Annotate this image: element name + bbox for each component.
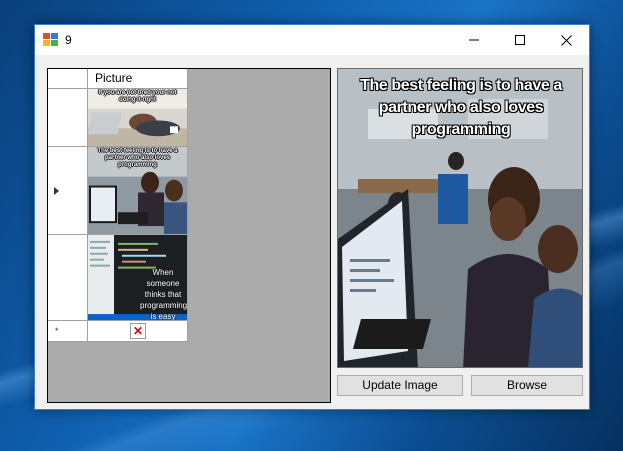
close-icon xyxy=(560,34,572,46)
preview-picture-box: The best feeling is to have a partner wh… xyxy=(337,68,583,368)
minimize-icon xyxy=(469,39,479,41)
picture-cell-2[interactable]: The best feeling is to have a partner wh… xyxy=(88,147,188,235)
column-header-picture[interactable]: Picture xyxy=(88,69,188,89)
window-title: 9 xyxy=(65,33,72,47)
update-image-button[interactable]: Update Image xyxy=(337,375,463,396)
current-row-pointer-icon xyxy=(54,187,59,195)
row-header-3[interactable] xyxy=(48,235,88,321)
maximize-icon xyxy=(515,35,525,45)
new-row-header[interactable]: * xyxy=(48,321,88,342)
picture-cell-3[interactable]: When someone thinks that programming is … xyxy=(88,235,188,321)
app-icon xyxy=(43,33,59,47)
maximize-button[interactable] xyxy=(497,25,543,55)
thumbnail-caption-2: The best feeling is to have a partner wh… xyxy=(97,148,178,168)
column-header-label: Picture xyxy=(95,71,133,85)
minimize-button[interactable] xyxy=(451,25,497,55)
close-button[interactable] xyxy=(543,25,589,55)
title-bar[interactable]: 9 xyxy=(35,25,589,55)
thumbnail-caption-3: When someone thinks that programming is … xyxy=(140,268,188,321)
picture-cell-1[interactable]: If you are not tired your not doing it r… xyxy=(88,89,188,147)
browse-button[interactable]: Browse xyxy=(471,375,583,396)
preview-caption: The best feeling is to have a partner wh… xyxy=(360,77,562,138)
broken-image-icon: ✕ xyxy=(130,323,146,339)
thumbnail-caption-1: If you are not tired your not doing it r… xyxy=(98,90,177,103)
row-header-1[interactable] xyxy=(48,89,88,147)
picture-data-grid[interactable]: Picture If you are not tired your not do… xyxy=(47,68,331,403)
app-window: 9 Picture If you are not tired your not … xyxy=(34,24,590,410)
new-row-star-icon: * xyxy=(55,326,59,336)
new-row-picture-cell[interactable]: ✕ xyxy=(88,321,188,342)
row-header-2[interactable] xyxy=(48,147,88,235)
grid-corner-header[interactable] xyxy=(48,69,88,89)
